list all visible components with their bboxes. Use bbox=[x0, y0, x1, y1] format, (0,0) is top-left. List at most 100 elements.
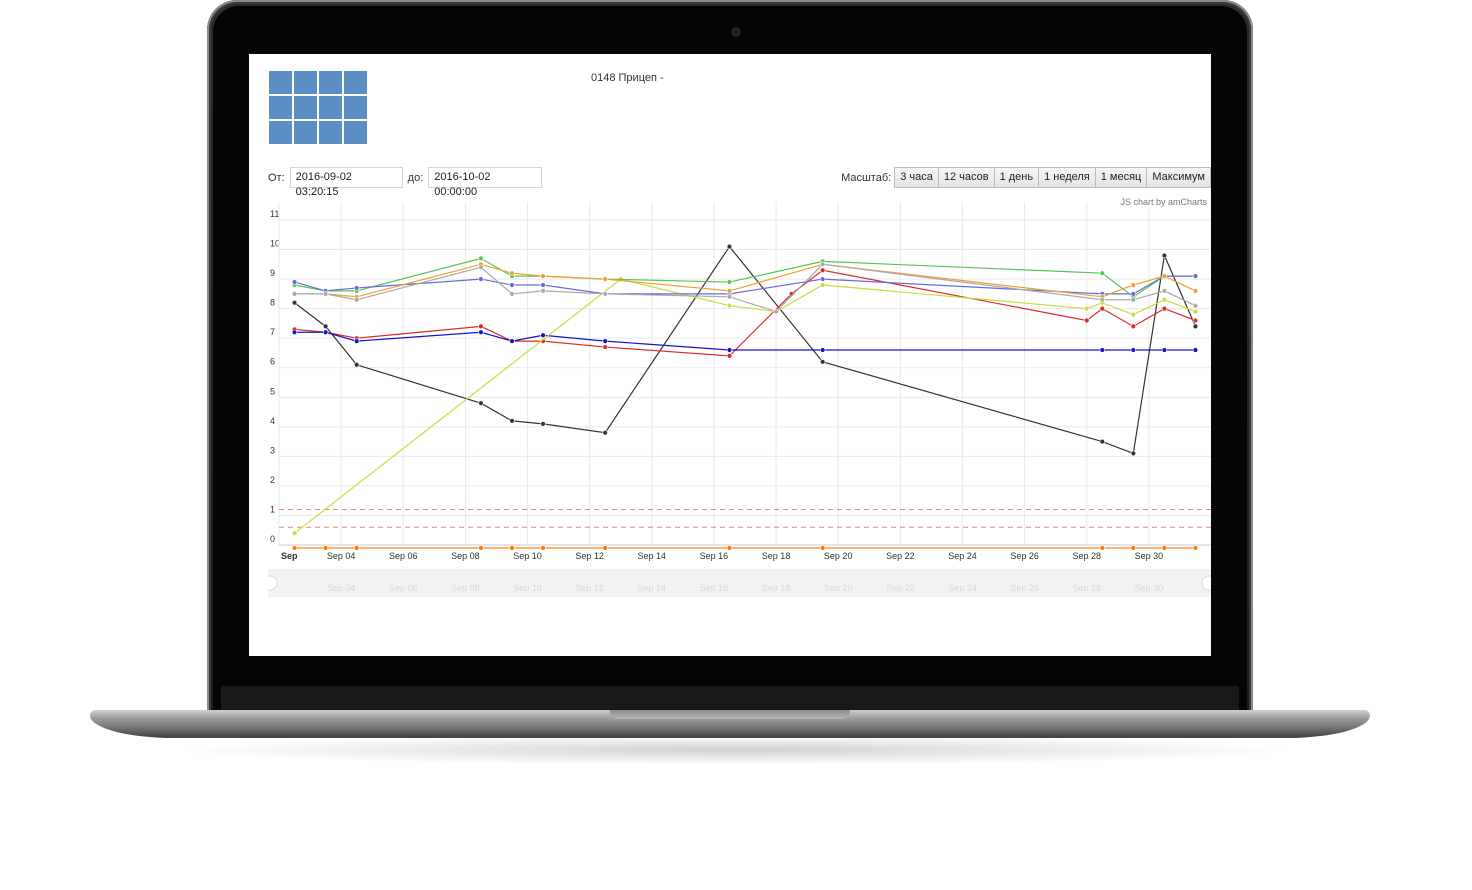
series-point-4 bbox=[1099, 270, 1105, 276]
to-label: до: bbox=[407, 171, 424, 184]
series-point-0 bbox=[322, 323, 329, 330]
x-tick-label: Sep 18 bbox=[762, 551, 791, 561]
series-point-7 bbox=[1130, 297, 1137, 303]
series-point-2 bbox=[1130, 347, 1137, 353]
y-tick-label: 3 bbox=[270, 445, 275, 455]
x-tick-label: Sep 28 bbox=[1072, 551, 1101, 561]
y-tick-label: 1 bbox=[270, 504, 275, 514]
series-point-8 bbox=[1099, 545, 1105, 551]
scrollbar-label: Sep 20 bbox=[824, 583, 853, 593]
scrollbar-label: Sep 24 bbox=[948, 583, 977, 593]
to-date-input[interactable]: 2016-10-02 00:00:00 bbox=[428, 167, 543, 198]
scale-button-1m[interactable]: 1 месяц bbox=[1094, 167, 1148, 188]
scale-button-3h[interactable]: 3 часа bbox=[894, 167, 939, 188]
app-screen: 0148 Прицеп - От: 2016-09-02 03:20:15 до… bbox=[249, 54, 1211, 656]
x-tick-label: Sep 26 bbox=[1010, 551, 1039, 561]
x-tick-label: Sep 22 bbox=[886, 551, 915, 561]
y-tick-label: 8 bbox=[270, 298, 275, 308]
series-point-0 bbox=[819, 359, 826, 365]
series-point-2 bbox=[509, 338, 515, 344]
scale-button-1d[interactable]: 1 день bbox=[993, 167, 1040, 188]
series-point-6 bbox=[602, 276, 608, 282]
y-tick-label: 0 bbox=[270, 534, 275, 544]
series-point-3 bbox=[1084, 305, 1090, 312]
series-point-2 bbox=[726, 347, 733, 353]
date-range: От: 2016-09-02 03:20:15 до: 2016-10-02 0… bbox=[268, 167, 543, 198]
series-point-7 bbox=[602, 291, 608, 297]
scrollbar-left-handle[interactable] bbox=[262, 575, 278, 591]
scale-button-max[interactable]: Максимум bbox=[1146, 167, 1211, 188]
scale-label: Масштаб: bbox=[841, 171, 892, 184]
series-point-1 bbox=[1161, 305, 1168, 312]
series-point-3 bbox=[1192, 308, 1199, 315]
chart-area: 0 1 2 3 4 5 6 7 8 9 10 11 Sep Sep 04 Sep 06 Sep 08 Sep 1… bbox=[262, 192, 1211, 602]
series-point-8 bbox=[819, 545, 826, 551]
x-tick-label: Sep 30 bbox=[1135, 551, 1164, 561]
series-point-8 bbox=[1161, 545, 1168, 551]
series-point-2 bbox=[819, 347, 826, 353]
scale-button-12h[interactable]: 12 часов bbox=[937, 167, 995, 188]
series-point-0 bbox=[509, 418, 515, 424]
series-point-8 bbox=[353, 545, 360, 551]
scrollbar-right-handle[interactable] bbox=[1201, 575, 1211, 591]
scrollbar-label: Sep 06 bbox=[389, 583, 418, 593]
series-point-6 bbox=[540, 273, 546, 279]
series-point-1 bbox=[1130, 323, 1137, 330]
series-point-2 bbox=[353, 338, 360, 344]
page-title: 0148 Прицеп - bbox=[591, 72, 664, 84]
scrollbar-label: Sep 08 bbox=[451, 583, 480, 593]
scrollbar-label: Sep 22 bbox=[886, 583, 915, 593]
series-point-8 bbox=[1130, 545, 1137, 551]
series-point-7 bbox=[1099, 297, 1105, 303]
series-point-3 bbox=[819, 282, 826, 288]
x-tick-label: Sep 04 bbox=[327, 551, 356, 561]
series-point-1 bbox=[819, 267, 826, 273]
x-tick-label: Sep 20 bbox=[824, 551, 853, 561]
scrollbar-label: Sep 18 bbox=[762, 583, 791, 593]
series-point-7 bbox=[322, 291, 329, 297]
series-point-2 bbox=[478, 329, 484, 335]
chart-credits[interactable]: JS chart by amCharts bbox=[1120, 197, 1207, 207]
vehicle-grid-icon[interactable] bbox=[269, 71, 367, 144]
series-point-1 bbox=[726, 353, 733, 359]
scale-button-1w[interactable]: 1 неделя bbox=[1038, 167, 1096, 188]
laptop-shadow bbox=[170, 735, 1300, 765]
y-tick-label: 5 bbox=[270, 386, 275, 396]
series-point-7 bbox=[478, 264, 484, 270]
series-point-7 bbox=[819, 261, 826, 268]
x-tick-label: Sep 14 bbox=[638, 551, 667, 561]
series-point-6 bbox=[1161, 273, 1168, 279]
camera-icon bbox=[732, 28, 740, 36]
scrollbar-label: Sep 30 bbox=[1135, 583, 1164, 593]
series-point-7 bbox=[773, 308, 779, 315]
from-date-input[interactable]: 2016-09-02 03:20:15 bbox=[289, 167, 403, 198]
y-tick-label: 2 bbox=[270, 475, 275, 485]
x-tick-label: Sep 10 bbox=[513, 551, 542, 561]
scrollbar-label: Sep 16 bbox=[700, 583, 729, 593]
series-point-5 bbox=[1192, 273, 1199, 279]
series-point-0 bbox=[1161, 252, 1168, 259]
series-point-3 bbox=[726, 302, 733, 309]
series-point-8 bbox=[322, 545, 329, 551]
series-point-6 bbox=[1192, 288, 1199, 294]
x-tick-label: Sep 24 bbox=[948, 551, 977, 561]
scale-selector: Масштаб: 3 часа 12 часов 1 день 1 неделя… bbox=[841, 167, 1211, 188]
scrollbar-label: Sep 26 bbox=[1010, 583, 1039, 593]
series-point-5 bbox=[291, 279, 298, 285]
series-point-7 bbox=[353, 297, 360, 303]
series-point-7 bbox=[540, 288, 546, 294]
series-point-0 bbox=[1130, 450, 1137, 457]
series-point-8 bbox=[509, 545, 515, 551]
series-point-3 bbox=[291, 530, 298, 536]
x-tick-label: Sep 16 bbox=[700, 551, 729, 561]
series-point-5 bbox=[509, 282, 515, 288]
series-line-3 bbox=[294, 278, 1196, 534]
series-point-0 bbox=[540, 421, 546, 427]
series-point-8 bbox=[726, 545, 733, 551]
series-point-8 bbox=[291, 545, 298, 551]
series-point-4 bbox=[726, 279, 733, 285]
series-point-8 bbox=[602, 545, 608, 551]
series-point-0 bbox=[478, 400, 484, 406]
from-label: От: bbox=[268, 171, 285, 184]
laptop-base bbox=[90, 710, 1370, 738]
